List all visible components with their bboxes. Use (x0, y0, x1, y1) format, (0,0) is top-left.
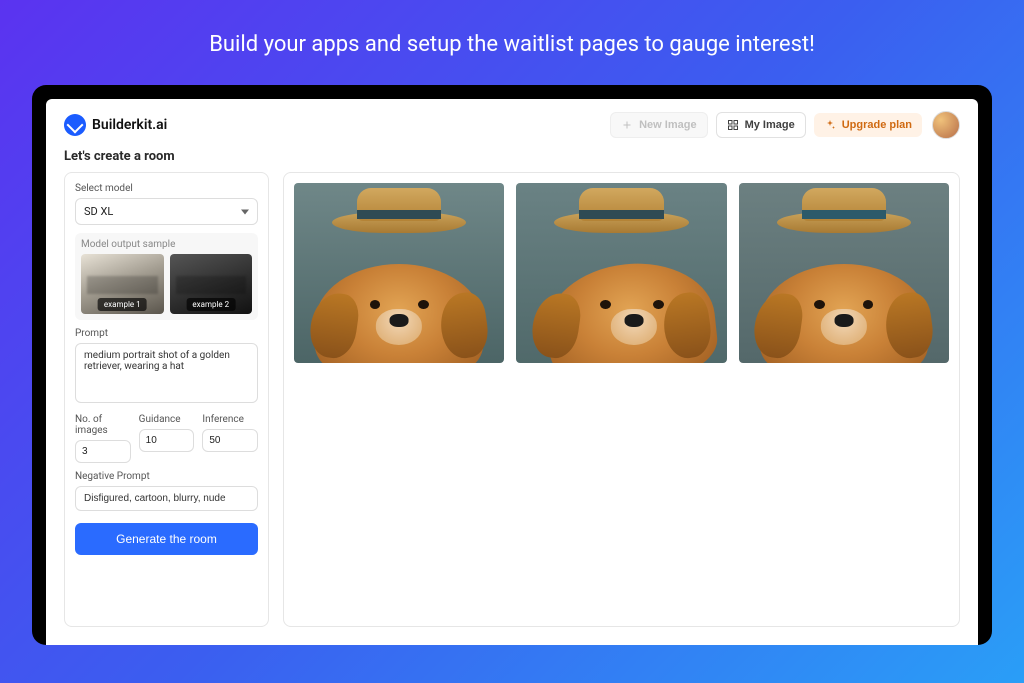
neg-prompt-input[interactable] (75, 486, 258, 511)
prompt-input[interactable]: medium portrait shot of a golden retriev… (75, 343, 258, 403)
prompt-block: Prompt medium portrait shot of a golden … (75, 328, 258, 406)
model-select[interactable]: SD XL (75, 198, 258, 225)
model-block: Select model SD XL (75, 183, 258, 225)
neg-prompt-block: Negative Prompt (75, 471, 258, 511)
generated-image[interactable] (739, 183, 949, 363)
inference-input[interactable] (202, 429, 258, 452)
hero-banner: Build your apps and setup the waitlist p… (209, 0, 815, 85)
neg-prompt-label: Negative Prompt (75, 471, 258, 482)
body-row: Select model SD XL Model output sample e… (46, 172, 978, 645)
sample-thumbnail[interactable]: example 2 (170, 254, 253, 314)
model-select-value: SD XL (84, 205, 113, 218)
sample-thumbnail-label: example 2 (186, 298, 235, 311)
chevron-down-icon (241, 209, 249, 214)
sample-thumbnail[interactable]: example 1 (81, 254, 164, 314)
device-frame: Builderkit.ai New Image My Image Upgrade… (32, 85, 992, 645)
brand-logo[interactable]: Builderkit.ai (64, 114, 167, 136)
prompt-label: Prompt (75, 328, 258, 339)
upgrade-label: Upgrade plan (842, 119, 912, 131)
params-row: No. of images Guidance Inference (75, 414, 258, 463)
num-images-input[interactable] (75, 440, 131, 463)
sample-box: Model output sample example 1 example 2 (75, 233, 258, 320)
sparkle-icon (824, 119, 836, 131)
topbar: Builderkit.ai New Image My Image Upgrade… (46, 99, 978, 149)
results-panel (283, 172, 960, 627)
config-sidebar: Select model SD XL Model output sample e… (64, 172, 269, 627)
guidance-label: Guidance (139, 414, 195, 425)
upgrade-plan-button[interactable]: Upgrade plan (814, 113, 922, 137)
sample-thumbnail-label: example 1 (98, 298, 147, 311)
page-title: Let's create a room (46, 149, 978, 172)
generate-button[interactable]: Generate the room (75, 523, 258, 555)
app-screen: Builderkit.ai New Image My Image Upgrade… (46, 99, 978, 645)
brand-mark-icon (64, 114, 86, 136)
my-image-label: My Image (745, 119, 795, 131)
select-model-label: Select model (75, 183, 258, 194)
gallery-icon (727, 119, 739, 131)
new-image-button[interactable]: New Image (610, 112, 707, 138)
guidance-input[interactable] (139, 429, 195, 452)
generated-image[interactable] (294, 183, 504, 363)
brand-name: Builderkit.ai (92, 117, 167, 133)
my-image-button[interactable]: My Image (716, 112, 806, 138)
new-image-label: New Image (639, 119, 696, 131)
inference-label: Inference (202, 414, 258, 425)
plus-icon (621, 119, 633, 131)
generated-image[interactable] (516, 183, 726, 363)
num-images-label: No. of images (75, 414, 131, 436)
sample-label: Model output sample (81, 239, 252, 250)
user-avatar[interactable] (932, 111, 960, 139)
